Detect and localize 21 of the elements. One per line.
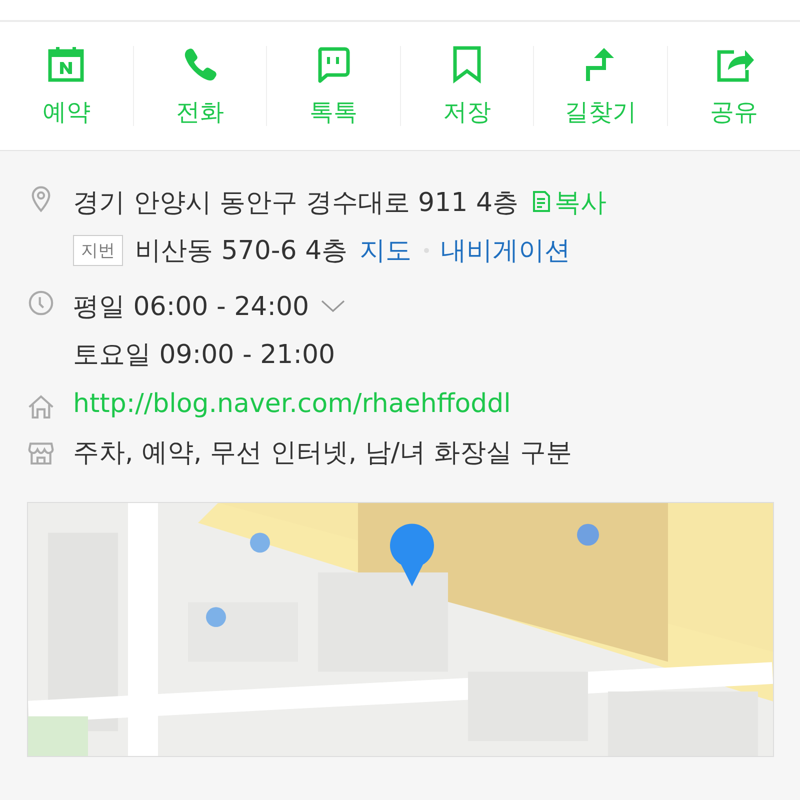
website-link[interactable]: http://blog.naver.com/rhaehffoddl (73, 389, 511, 419)
calendar-icon (46, 44, 86, 84)
road-address: 경기 안양시 동안구 경수대로 911 4층 (73, 186, 518, 220)
action-button[interactable]: 전화 (134, 44, 266, 128)
action-button[interactable]: 공유 (668, 44, 800, 128)
copy-button[interactable]: 복사 (530, 184, 606, 220)
opening-hours: 토요일 09:00 - 21:00 (73, 338, 336, 372)
home-icon (27, 393, 55, 421)
jibun-tag: 지번 (73, 234, 123, 266)
action-button[interactable]: 저장 (400, 44, 533, 128)
chevron-down-icon[interactable] (321, 299, 346, 313)
action-button[interactable]: 톡톡 (267, 44, 400, 128)
clock-icon (27, 289, 55, 317)
amenities-text: 주차, 예약, 무선 인터넷, 남/녀 화장실 구분 (73, 437, 572, 470)
map-link[interactable]: 지도 (360, 232, 412, 268)
lot-address: 비산동 570-6 4층 (135, 234, 348, 268)
navigation-link[interactable]: 내비게이션 (440, 232, 571, 268)
opening-hours: 평일 06:00 - 24:00 (73, 290, 310, 324)
action-button[interactable]: 길찾기 (534, 44, 666, 128)
action-button[interactable]: 예약 (0, 44, 132, 128)
document-icon (530, 190, 550, 214)
